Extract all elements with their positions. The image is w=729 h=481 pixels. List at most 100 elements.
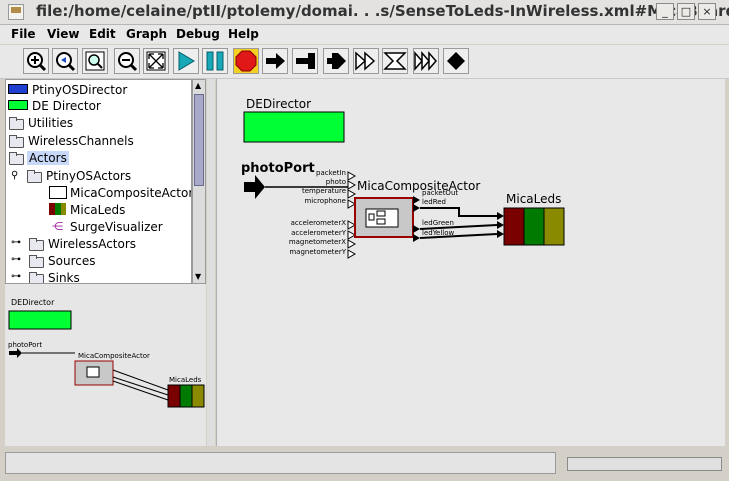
step-end-button[interactable] bbox=[292, 48, 318, 74]
photo-port-arrow[interactable] bbox=[244, 175, 265, 199]
mica-leds-label: MicaLeds bbox=[506, 192, 561, 206]
full-screen-icon bbox=[146, 51, 166, 71]
pause-button[interactable] bbox=[202, 48, 228, 74]
minimize-button[interactable]: _ bbox=[656, 3, 674, 20]
menu-view[interactable]: View bbox=[47, 27, 79, 41]
mini-led-green bbox=[179, 384, 193, 408]
play-icon bbox=[178, 51, 195, 71]
input-port-label: photo bbox=[326, 178, 346, 186]
title-bar: file:/home/celaine/ptII/ptolemy/domai. .… bbox=[0, 0, 729, 25]
green-director-icon bbox=[8, 100, 28, 110]
full-screen-button[interactable] bbox=[143, 48, 169, 74]
zoom-fit-button[interactable] bbox=[82, 48, 108, 74]
window-title: file:/home/celaine/ptII/ptolemy/domai. .… bbox=[36, 2, 729, 20]
tree-scrollbar[interactable]: ▲ ▼ bbox=[192, 79, 206, 284]
menu-bar: File View Edit Graph Debug Help bbox=[0, 25, 729, 44]
mini-director-box bbox=[8, 310, 72, 330]
stop-button[interactable] bbox=[233, 48, 259, 74]
folder-icon bbox=[29, 238, 44, 251]
step-end-icon bbox=[296, 53, 315, 69]
toolbar bbox=[0, 45, 729, 79]
collapsed-node-icon[interactable]: ⊶ bbox=[11, 254, 21, 265]
menu-debug[interactable]: Debug bbox=[176, 27, 220, 41]
overview-panel[interactable]: DEDirector photoPort MicaCompositeActor … bbox=[5, 295, 206, 446]
maximize-button[interactable]: □ bbox=[677, 3, 695, 20]
output-port-label: ledRed bbox=[422, 198, 446, 206]
fast-forward-button[interactable] bbox=[353, 48, 379, 74]
fast-fast-icon bbox=[414, 51, 437, 71]
graph-canvas[interactable]: DEDirector photoPort packetIn photo temp… bbox=[216, 79, 725, 446]
mica-leds-actor[interactable] bbox=[503, 207, 565, 246]
close-button[interactable]: × bbox=[698, 3, 716, 20]
step-back-icon bbox=[327, 53, 346, 69]
app-icon bbox=[8, 4, 24, 20]
zoom-fit-icon bbox=[85, 51, 105, 71]
zoom-in-icon bbox=[27, 52, 47, 72]
led-red bbox=[503, 207, 525, 246]
scroll-up-icon[interactable]: ▲ bbox=[195, 81, 201, 90]
zoom-reset-icon bbox=[56, 52, 76, 72]
fast-end-button[interactable] bbox=[382, 48, 408, 74]
run-button[interactable] bbox=[173, 48, 199, 74]
step-forward-button[interactable] bbox=[262, 48, 288, 74]
input-port-label: temperature bbox=[302, 187, 346, 195]
led-yellow bbox=[543, 207, 565, 246]
collapsed-node-icon[interactable]: ⊶ bbox=[11, 271, 21, 282]
menu-file[interactable]: File bbox=[11, 27, 36, 41]
status-bar bbox=[5, 452, 556, 474]
scroll-thumb[interactable] bbox=[194, 94, 204, 186]
step-back-button[interactable] bbox=[323, 48, 349, 74]
folder-icon bbox=[27, 170, 42, 183]
zoom-reset-button[interactable] bbox=[52, 48, 78, 74]
menu-graph[interactable]: Graph bbox=[126, 27, 167, 41]
library-tree: PtinyOSDirector DE Director Utilities Wi… bbox=[5, 79, 192, 284]
mini-port-arrow bbox=[9, 348, 22, 358]
composite-icon bbox=[49, 186, 67, 199]
fast-fast-button[interactable] bbox=[413, 48, 439, 74]
visualizer-icon: ⋲ bbox=[52, 220, 63, 233]
composite-actor-label: MicaCompositeActor bbox=[357, 179, 480, 193]
output-port-label: packetOut bbox=[422, 189, 458, 197]
input-port-label: accelerometerY bbox=[291, 229, 347, 237]
leds-input-ports bbox=[497, 212, 504, 238]
expanded-node-icon[interactable]: ⚲ bbox=[11, 170, 18, 181]
mini-director-label: DEDirector bbox=[11, 298, 55, 307]
mini-actor-label: MicaCompositeActor bbox=[78, 352, 150, 360]
pause-icon bbox=[206, 51, 224, 71]
collapsed-node-icon[interactable]: ⊶ bbox=[11, 237, 21, 248]
de-director-box[interactable] bbox=[243, 111, 345, 143]
director-label: DEDirector bbox=[246, 97, 311, 111]
mini-port-label: photoPort bbox=[8, 341, 42, 349]
diamond-icon bbox=[447, 52, 465, 70]
led-green bbox=[523, 207, 545, 246]
scroll-down-icon[interactable]: ▼ bbox=[195, 272, 201, 281]
mini-led-yellow bbox=[191, 384, 205, 408]
output-port-label: ledGreen bbox=[422, 219, 454, 227]
folder-icon bbox=[29, 272, 44, 283]
folder-icon bbox=[29, 255, 44, 268]
zoom-out-button[interactable] bbox=[114, 48, 140, 74]
input-port-label: packetIn bbox=[316, 169, 346, 177]
mini-led-red bbox=[167, 384, 181, 408]
photo-port-label: photoPort bbox=[241, 161, 315, 176]
input-port-label: accelerometerX bbox=[291, 219, 347, 227]
menu-help[interactable]: Help bbox=[228, 27, 259, 41]
director-icon bbox=[8, 84, 28, 94]
zoom-out-icon bbox=[118, 52, 138, 72]
left-pane: PtinyOSDirector DE Director Utilities Wi… bbox=[5, 79, 206, 446]
input-port-label: magnetometerY bbox=[289, 248, 346, 256]
composite-actor-icon bbox=[365, 208, 399, 228]
stop-icon bbox=[235, 50, 257, 72]
fast-end-icon bbox=[383, 52, 407, 70]
fast-forward-icon bbox=[355, 51, 376, 71]
folder-icon bbox=[9, 117, 24, 130]
menu-edit[interactable]: Edit bbox=[89, 27, 116, 41]
progress-bar bbox=[567, 457, 722, 471]
zoom-in-button[interactable] bbox=[23, 48, 49, 74]
folder-icon bbox=[9, 152, 24, 165]
folder-icon bbox=[9, 135, 24, 148]
input-port-label: magnetometerX bbox=[289, 238, 346, 246]
pane-splitter[interactable] bbox=[207, 79, 215, 446]
diamond-button[interactable] bbox=[443, 48, 469, 74]
arrow-right-icon bbox=[266, 53, 285, 69]
